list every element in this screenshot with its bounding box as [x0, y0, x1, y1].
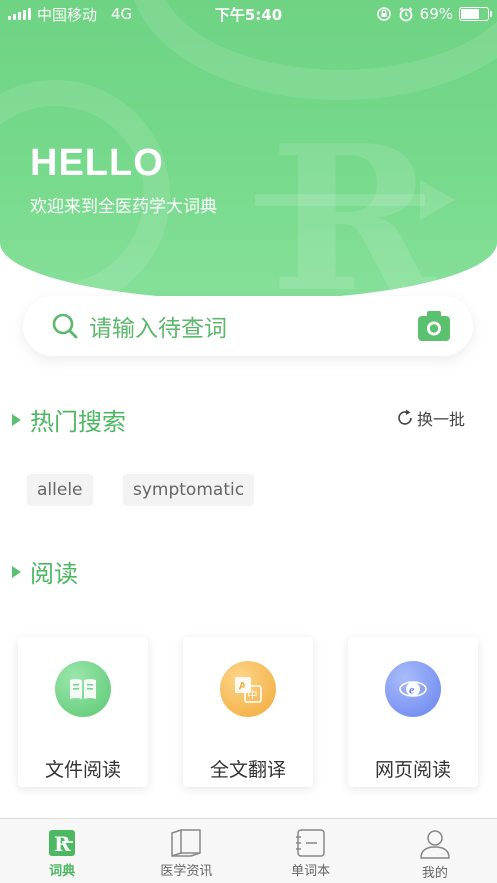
- hot-tag[interactable]: allele: [27, 474, 93, 506]
- tab-wordbook[interactable]: 单词本: [249, 819, 373, 883]
- news-icon: [171, 829, 202, 857]
- book-icon: [55, 661, 111, 717]
- search-icon: [52, 313, 78, 339]
- tab-profile[interactable]: 我的: [373, 819, 497, 883]
- svg-text:R: R: [54, 832, 71, 856]
- wordbook-icon: [295, 829, 325, 857]
- battery-percent: 69%: [419, 5, 453, 23]
- search-placeholder[interactable]: 请输入待查词: [89, 309, 417, 343]
- triangle-marker-icon: [12, 565, 21, 578]
- tab-medical-news[interactable]: 医学资讯: [124, 819, 248, 883]
- signal-icon: [8, 8, 31, 20]
- network-label: 4G: [111, 5, 133, 23]
- web-reading-card[interactable]: e 网页阅读: [348, 637, 478, 787]
- arrow-watermark-icon: [255, 180, 455, 220]
- profile-icon: [420, 830, 450, 859]
- clock: 下午5:40: [214, 5, 283, 24]
- browser-icon: e: [385, 661, 441, 717]
- rotation-lock-icon: [376, 7, 391, 21]
- hot-search-title: 热门搜索: [30, 408, 126, 436]
- bottom-tab-bar: R 词典 医学资讯 单词本 我的: [0, 818, 497, 883]
- svg-text:e: e: [409, 683, 415, 697]
- greeting-title: HELLO: [30, 142, 164, 184]
- dictionary-icon: R: [49, 830, 76, 856]
- refresh-icon: [398, 409, 412, 425]
- card-label: 全文翻译: [209, 759, 286, 781]
- tab-label: 词典: [49, 864, 76, 879]
- battery-icon: [459, 7, 492, 21]
- camera-icon[interactable]: [417, 310, 451, 342]
- svg-text:中: 中: [248, 689, 258, 702]
- card-label: 文件阅读: [44, 759, 121, 781]
- decorative-circle: [0, 80, 170, 300]
- reading-header: 阅读: [12, 554, 78, 589]
- tab-dictionary[interactable]: R 词典: [0, 819, 124, 883]
- tab-label: 我的: [421, 866, 448, 881]
- refresh-label: 换一批: [416, 410, 465, 429]
- file-reading-card[interactable]: 文件阅读: [18, 637, 148, 787]
- refresh-button[interactable]: 换一批: [395, 406, 465, 430]
- triangle-marker-icon: [12, 413, 21, 426]
- dictionary-home-screen: R 中国移动 4G 下午5:40 69% HELLO 欢迎来到全医药学大词典 请…: [0, 0, 497, 883]
- tab-label: 单词本: [291, 864, 331, 879]
- reading-title: 阅读: [30, 560, 78, 588]
- alarm-icon: [399, 7, 413, 22]
- greeting-subtitle: 欢迎来到全医药学大词典: [30, 197, 217, 217]
- hot-search-header: 热门搜索: [12, 402, 126, 437]
- full-translation-card[interactable]: A 中 全文翻译: [183, 637, 313, 787]
- carrier-label: 中国移动: [37, 5, 98, 24]
- tab-label: 医学资讯: [160, 864, 213, 879]
- hot-tag[interactable]: symptomatic: [123, 474, 255, 506]
- card-label: 网页阅读: [374, 759, 451, 781]
- translate-icon: A 中: [220, 661, 276, 717]
- status-bar: 中国移动 4G 下午5:40 69%: [0, 0, 497, 28]
- search-bar[interactable]: 请输入待查词: [23, 296, 473, 356]
